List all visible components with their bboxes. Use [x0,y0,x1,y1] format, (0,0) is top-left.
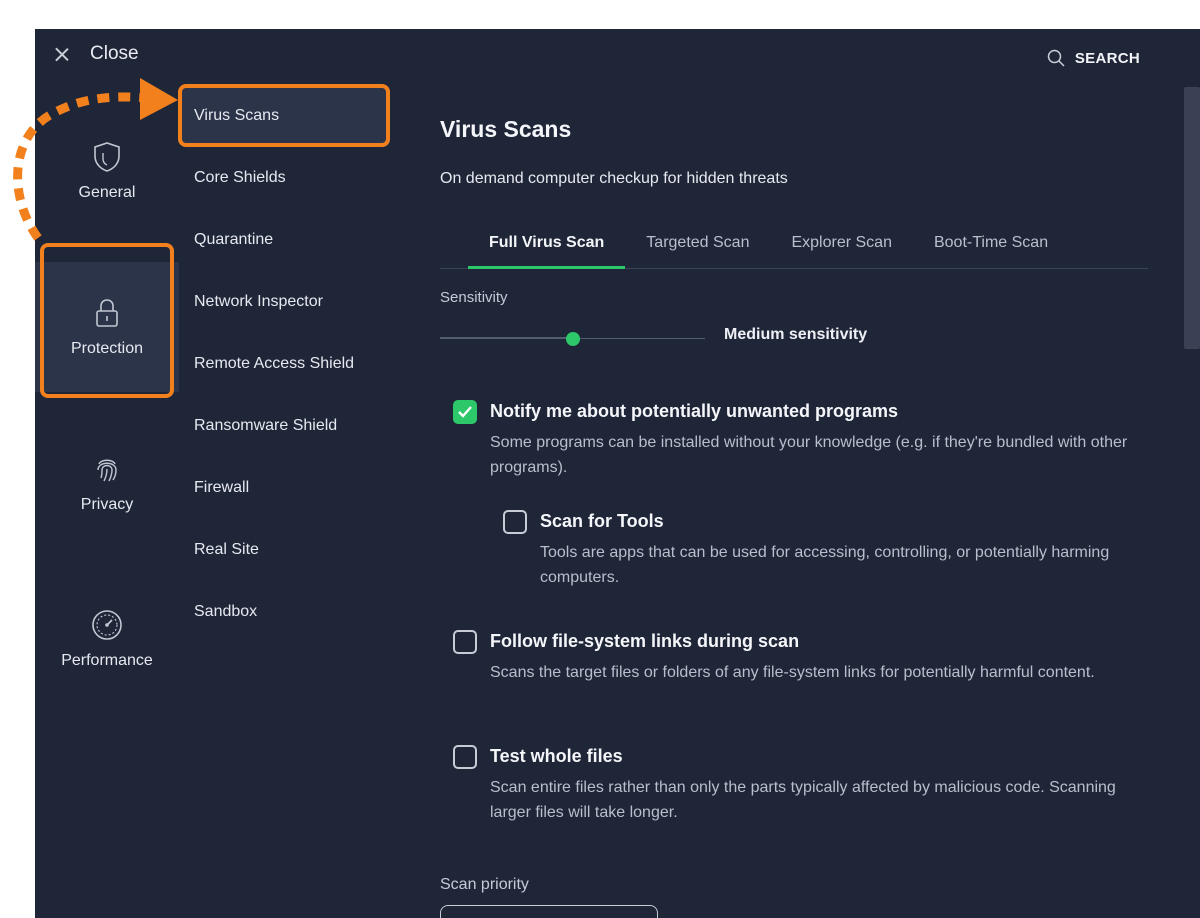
category-label: Performance [61,652,153,669]
checkmark-icon [458,406,472,418]
page-subtitle: On demand computer checkup for hidden th… [440,170,788,187]
protection-subnav: Virus Scans Core Shields Quarantine Netw… [180,85,390,643]
category-performance[interactable]: Performance [35,574,179,704]
scan-priority-select[interactable] [440,905,658,918]
scrollbar[interactable] [1184,87,1200,349]
option-desc: Scans the target files or folders of any… [490,664,1095,681]
tab-boot-time-scan[interactable]: Boot-Time Scan [913,225,1069,269]
subnav-item-network-inspector[interactable]: Network Inspector [180,271,390,333]
fingerprint-icon [97,459,117,482]
checkbox-scan-tools[interactable] [503,510,527,534]
slider-thumb[interactable] [565,332,580,346]
option-title: Test whole files [490,746,623,766]
subnav-item-firewall[interactable]: Firewall [180,457,390,519]
checkbox-test-whole-files[interactable] [453,745,477,769]
category-label: General [78,184,136,201]
lock-icon [96,299,118,327]
sensitivity-value: Medium sensitivity [724,326,868,343]
tab-targeted-scan[interactable]: Targeted Scan [625,225,770,269]
option-desc: Some programs can be installed without y… [490,434,1128,476]
close-icon [53,46,70,63]
option-desc: Scan entire files rather than only the p… [490,779,1116,821]
subnav-item-virus-scans[interactable]: Virus Scans [180,85,390,147]
scan-priority-label: Scan priority [440,876,529,893]
subnav-item-remote-access-shield[interactable]: Remote Access Shield [180,333,390,395]
subnav-item-core-shields[interactable]: Core Shields [180,147,390,209]
category-protection[interactable]: Protection [35,262,179,392]
shield-icon [94,142,120,172]
checkbox-follow-links[interactable] [453,630,477,654]
page-title: Virus Scans [440,116,572,142]
checkbox-notify-pup[interactable] [453,400,477,424]
sensitivity-slider[interactable] [440,332,705,346]
category-privacy[interactable]: Privacy [35,418,179,548]
subnav-item-real-site[interactable]: Real Site [180,519,390,581]
main-content: Virus Scans On demand computer checkup f… [440,29,1155,918]
close-label: Close [90,43,139,64]
option-follow-links: Follow file-system links during scan Sca… [453,628,1150,685]
scan-tabs: Full Virus Scan Targeted Scan Explorer S… [440,225,1148,269]
option-desc: Tools are apps that can be used for acce… [540,544,1110,586]
speedometer-icon [92,610,122,640]
subnav-item-sandbox[interactable]: Sandbox [180,581,390,643]
tab-full-virus-scan[interactable]: Full Virus Scan [468,225,626,269]
option-title: Follow file-system links during scan [490,631,800,651]
option-notify-pup: Notify me about potentially unwanted pro… [453,398,1150,480]
subnav-item-ransomware-shield[interactable]: Ransomware Shield [180,395,390,457]
option-title: Notify me about potentially unwanted pro… [490,401,899,421]
slider-fill [440,337,573,339]
close-button[interactable]: Close [53,43,139,65]
category-label: Protection [70,340,144,357]
category-general[interactable]: General [35,106,179,236]
subnav-item-quarantine[interactable]: Quarantine [180,209,390,271]
option-scan-tools: Scan for Tools Tools are apps that can b… [503,508,1150,590]
settings-window: Close SEARCH General Protection Privacy … [35,29,1200,918]
option-test-whole-files: Test whole files Scan entire files rathe… [453,743,1150,825]
category-label: Privacy [80,496,134,513]
sensitivity-label: Sensitivity [440,289,508,306]
tab-explorer-scan[interactable]: Explorer Scan [770,225,913,269]
option-title: Scan for Tools [540,511,664,531]
